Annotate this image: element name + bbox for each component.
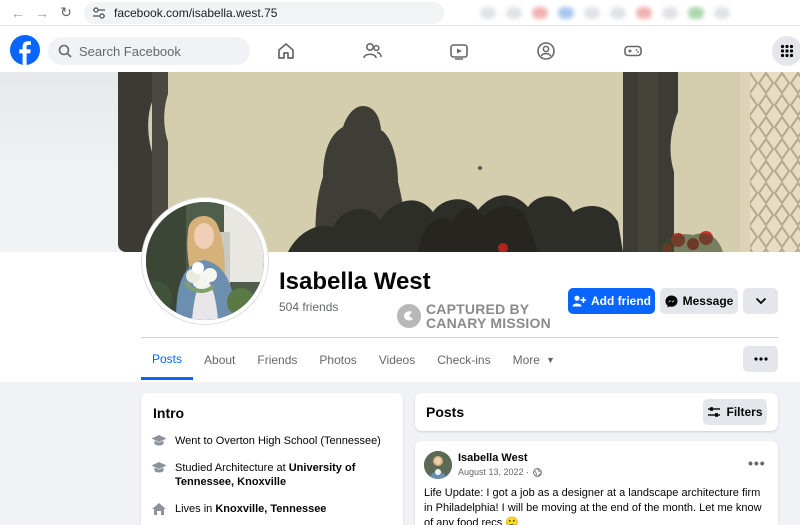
tab-posts[interactable]: Posts	[141, 340, 194, 380]
profile-tabs: Posts About Friends Photos Videos Check-…	[141, 340, 566, 380]
post-card: Isabella West August 13, 2022 · ••• Life…	[415, 441, 778, 525]
home-icon[interactable]	[275, 40, 297, 62]
watermark-overlay: CAPTURED BY CANARY MISSION	[397, 302, 551, 330]
watermark-logo-icon	[397, 304, 421, 328]
gaming-icon[interactable]	[622, 40, 644, 62]
posts-title: Posts	[426, 404, 465, 420]
cover-side-fade	[0, 72, 118, 182]
browser-toolbar: ← → ↻ facebook.com/isabella.west.75	[0, 0, 800, 26]
add-person-icon	[572, 295, 586, 307]
add-friend-label: Add friend	[591, 294, 651, 308]
profile-name: Isabella West	[279, 268, 431, 295]
intro-item-university: Studied Architecture at University of Te…	[151, 461, 381, 489]
intro-card: Intro Went to Overton High School (Tenne…	[141, 393, 403, 525]
tab-photos[interactable]: Photos	[308, 340, 367, 380]
intro-item-school: Went to Overton High School (Tennessee)	[151, 434, 381, 448]
globe-icon	[533, 467, 542, 477]
chevron-down-icon	[755, 297, 766, 305]
back-arrow-icon[interactable]: ←	[6, 2, 30, 24]
more-dots-icon	[753, 357, 768, 361]
add-friend-button[interactable]: Add friend	[568, 288, 655, 314]
address-bar[interactable]: facebook.com/isabella.west.75	[84, 1, 444, 24]
profile-picture[interactable]	[142, 198, 268, 324]
message-label: Message	[682, 294, 734, 308]
search-icon	[58, 44, 72, 58]
watermark-line1: CAPTURED BY	[426, 301, 530, 317]
site-settings-icon[interactable]	[92, 6, 106, 19]
caret-down-icon: ▼	[545, 355, 555, 365]
graduation-cap-icon	[151, 435, 167, 446]
facebook-top-nav: Search Facebook	[0, 26, 800, 72]
tab-check-ins[interactable]: Check-ins	[426, 340, 501, 380]
message-button[interactable]: Message	[660, 288, 738, 314]
groups-icon[interactable]	[535, 40, 557, 62]
intro-title: Intro	[153, 405, 185, 421]
grid-menu-icon[interactable]	[772, 36, 800, 66]
filters-icon	[708, 407, 721, 417]
url-text: facebook.com/isabella.west.75	[114, 5, 278, 20]
reload-icon[interactable]: ↻	[54, 2, 78, 24]
blurred-extension-icons	[480, 6, 800, 20]
post-options-icon[interactable]: •••	[748, 455, 766, 471]
post-author-name[interactable]: Isabella West	[458, 452, 528, 464]
post-date[interactable]: August 13, 2022 ·	[458, 467, 542, 477]
messenger-icon	[665, 295, 678, 307]
tab-about[interactable]: About	[193, 340, 246, 380]
watch-icon[interactable]	[448, 40, 470, 62]
tab-friends[interactable]: Friends	[246, 340, 308, 380]
friend-count[interactable]: 504 friends	[279, 300, 338, 314]
friends-icon[interactable]	[361, 40, 383, 62]
filters-button[interactable]: Filters	[703, 399, 767, 425]
header-divider	[141, 337, 778, 338]
location-link[interactable]: Knoxville, Tennessee	[215, 503, 326, 515]
post-author-avatar[interactable]	[424, 451, 452, 479]
search-placeholder: Search Facebook	[79, 43, 181, 59]
facebook-logo-icon[interactable]	[10, 35, 40, 65]
posts-header-card: Posts Filters	[415, 393, 778, 431]
house-icon	[152, 503, 166, 515]
tab-videos[interactable]: Videos	[368, 340, 426, 380]
profile-options-button[interactable]	[743, 288, 778, 314]
post-text: Life Update: I got a job as a designer a…	[424, 487, 762, 525]
search-box[interactable]: Search Facebook	[48, 37, 250, 65]
watermark-line2: CANARY MISSION	[426, 315, 551, 331]
graduation-cap-icon	[151, 462, 167, 473]
tab-more[interactable]: More ▼	[502, 340, 566, 380]
tabs-options-button[interactable]	[743, 346, 778, 372]
filters-label: Filters	[726, 405, 763, 419]
intro-item-lives: Lives in Knoxville, Tennessee	[151, 502, 326, 516]
forward-arrow-icon[interactable]: →	[30, 2, 54, 24]
